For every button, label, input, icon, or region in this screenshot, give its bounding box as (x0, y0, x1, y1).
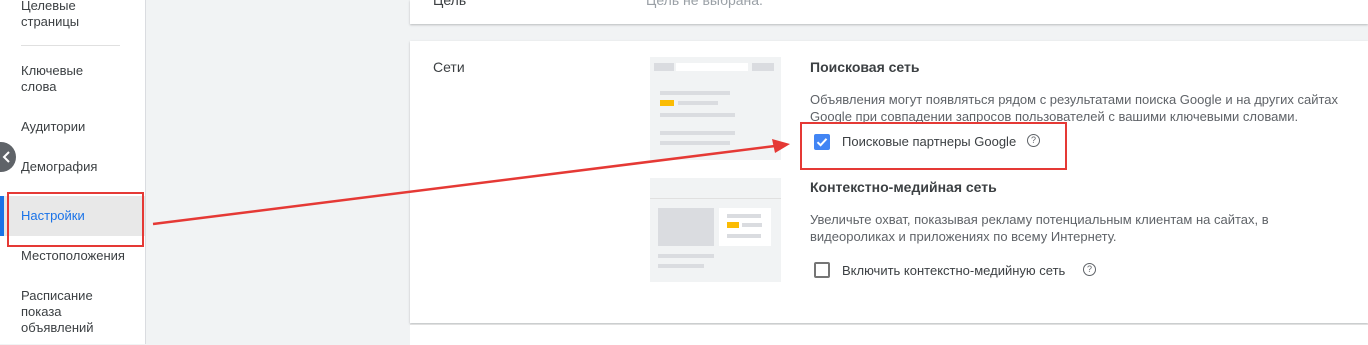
annotation-arrow (152, 139, 790, 226)
